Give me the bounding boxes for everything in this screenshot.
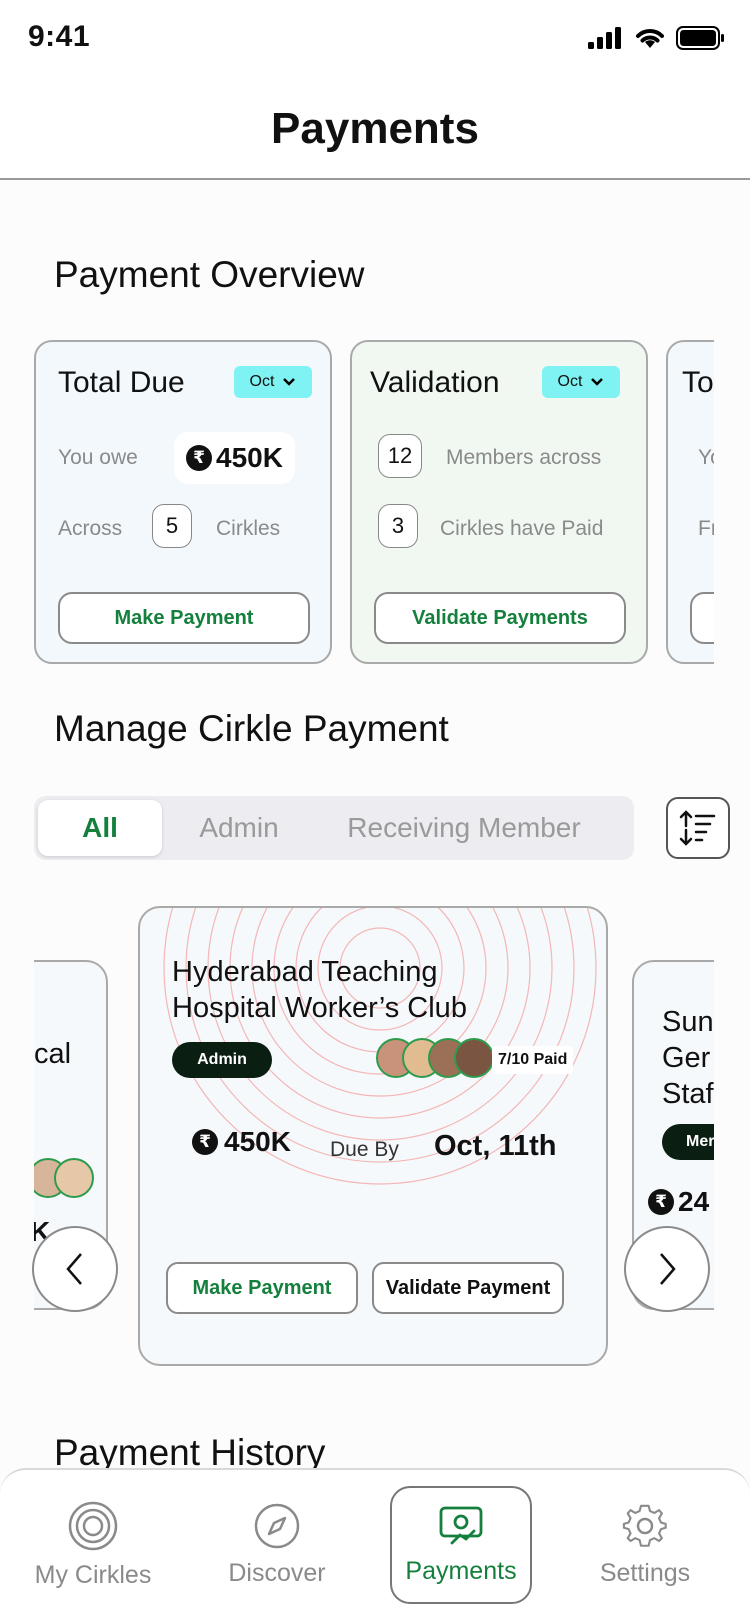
- partial-overview-card: To Yo Fr: [666, 340, 714, 664]
- header: Payments: [0, 82, 750, 180]
- payment-overview-title: Payment Overview: [54, 254, 365, 295]
- cirkle-count: 5: [152, 504, 192, 548]
- total-due-card: Total Due Oct You owe ₹ 450K Across 5 Ci…: [34, 340, 332, 664]
- nav-discover[interactable]: Discover: [206, 1486, 348, 1604]
- nav-label: Payments: [405, 1556, 517, 1585]
- role-badge: Admin: [172, 1042, 272, 1078]
- rupee-icon: ₹: [186, 445, 212, 471]
- rupee-icon: ₹: [192, 1129, 218, 1155]
- prev-card-avatars: [34, 1158, 94, 1198]
- total-due-title: Total Due: [58, 366, 185, 399]
- make-payment-button[interactable]: Make Payment: [58, 592, 310, 644]
- month-value: Oct: [249, 373, 275, 390]
- prev-card-title: cal: [34, 1038, 72, 1070]
- partial-card-title: To: [682, 366, 714, 399]
- validation-card: Validation Oct 12 Members across 3 Cirkl…: [350, 340, 648, 664]
- chevron-right-icon: [660, 1253, 676, 1285]
- chevron-left-icon: [66, 1253, 82, 1285]
- cirkle-carousel[interactable]: cal K Hyderabad Teaching Hospital Worker…: [34, 906, 714, 1366]
- nav-settings[interactable]: Settings: [574, 1486, 716, 1604]
- page-title: Payments: [271, 104, 479, 153]
- carousel-prev-button[interactable]: [32, 1226, 118, 1312]
- members-count: 12: [378, 434, 422, 478]
- bottom-nav: My Cirkles Discover Payments Settings: [0, 1468, 750, 1624]
- cirkles-label: Cirkles: [216, 517, 281, 540]
- partial-card-line1: Yo: [698, 446, 714, 469]
- next-card-amount: ₹ 24: [648, 1186, 709, 1218]
- chevron-down-icon: [283, 378, 296, 386]
- members-label: Members across: [446, 446, 602, 469]
- sort-button[interactable]: [666, 797, 730, 859]
- across-label: Across: [58, 517, 123, 540]
- nav-label: Discover: [228, 1558, 326, 1587]
- chevron-down-icon: [591, 378, 604, 386]
- tab-receiving-member[interactable]: Receiving Member: [324, 800, 604, 856]
- partial-card-line2: Fr: [698, 517, 714, 540]
- status-time: 9:41: [28, 20, 91, 53]
- cirkles-paid-label: Cirkles have Paid: [440, 517, 604, 540]
- partial-card-button[interactable]: [690, 592, 714, 644]
- next-card-title: Sun Ger Staf: [662, 1006, 714, 1110]
- validate-payments-button[interactable]: Validate Payments: [374, 592, 626, 644]
- avatar: [54, 1158, 94, 1198]
- signal-icon: [588, 27, 621, 49]
- gear-icon: [622, 1504, 667, 1547]
- sort-icon: [679, 810, 716, 846]
- tab-all[interactable]: All: [38, 800, 162, 856]
- due-label: Due By: [330, 1138, 399, 1161]
- cirkle-amount: ₹ 450K: [192, 1126, 291, 1158]
- battery-icon: [676, 26, 724, 50]
- month-value: Oct: [557, 373, 583, 390]
- overview-carousel[interactable]: Total Due Oct You owe ₹ 450K Across 5 Ci…: [34, 340, 714, 666]
- filter-tabs: All Admin Receiving Member: [34, 796, 634, 860]
- cirkle-card[interactable]: Hyderabad Teaching Hospital Worker’s Clu…: [138, 906, 608, 1366]
- validation-title: Validation: [370, 366, 500, 399]
- target-icon: [68, 1501, 118, 1550]
- next-card-badge: Mer: [662, 1124, 714, 1160]
- month-dropdown[interactable]: Oct: [542, 366, 620, 398]
- avatar: [454, 1038, 494, 1078]
- rupee-icon: ₹: [648, 1189, 674, 1215]
- owe-amount: ₹ 450K: [174, 432, 295, 484]
- paid-cirkles-count: 3: [378, 504, 418, 548]
- paid-count: 7/10 Paid: [492, 1046, 574, 1074]
- compass-icon: [254, 1503, 300, 1548]
- status-icons: [588, 26, 724, 50]
- payment-card-icon: [439, 1506, 483, 1544]
- you-owe-label: You owe: [58, 446, 138, 469]
- wifi-icon: [636, 29, 664, 48]
- make-payment-button[interactable]: Make Payment: [166, 1262, 358, 1314]
- nav-label: Settings: [599, 1558, 691, 1587]
- status-bar: 9:41: [0, 0, 750, 82]
- member-avatars: [376, 1038, 494, 1078]
- tab-admin[interactable]: Admin: [174, 800, 304, 856]
- nav-label: My Cirkles: [34, 1560, 152, 1589]
- nav-payments[interactable]: Payments: [390, 1486, 532, 1604]
- manage-cirkle-title: Manage Cirkle Payment: [54, 708, 449, 749]
- cirkle-title: Hyderabad Teaching Hospital Worker’s Clu…: [172, 956, 467, 1024]
- nav-my-cirkles[interactable]: My Cirkles: [22, 1486, 164, 1604]
- validate-payment-button[interactable]: Validate Payment: [372, 1262, 564, 1314]
- month-dropdown[interactable]: Oct: [234, 366, 312, 398]
- carousel-next-button[interactable]: [624, 1226, 710, 1312]
- due-date: Oct, 11th: [434, 1130, 557, 1162]
